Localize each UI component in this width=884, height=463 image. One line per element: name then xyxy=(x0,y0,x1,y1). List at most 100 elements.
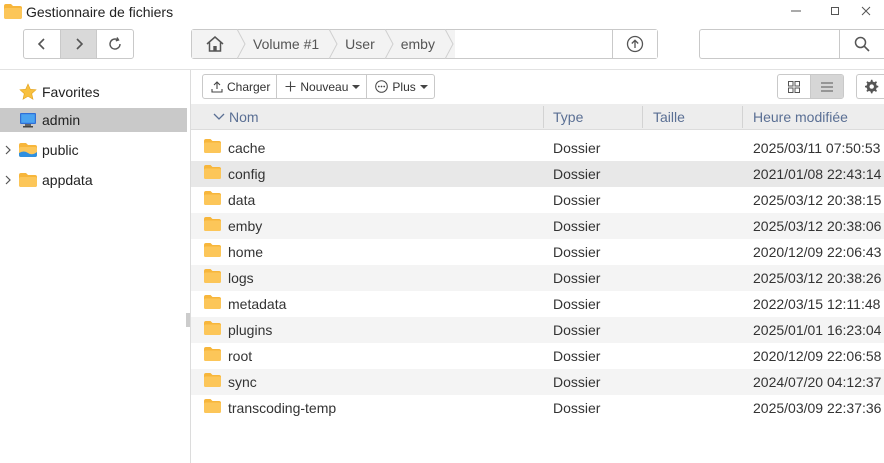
table-row[interactable]: root Dossier 2020/12/09 22:06:58 xyxy=(191,343,884,369)
folder-icon xyxy=(204,295,221,309)
file-modified: 2020/12/09 22:06:43 xyxy=(753,244,882,260)
star-icon xyxy=(19,83,37,101)
folder-icon xyxy=(204,139,221,153)
file-type: Dossier xyxy=(553,296,601,312)
sidebar-item-label: admin xyxy=(42,112,81,128)
table-row[interactable]: emby Dossier 2025/03/12 20:38:06 xyxy=(191,213,884,239)
action-bar: Charger Nouveau Plus xyxy=(202,74,435,99)
column-header-modified[interactable]: Heure modifiée xyxy=(753,104,848,130)
sidebar: Favorites admin public appdata xyxy=(0,70,190,463)
breadcrumb-separator xyxy=(444,29,455,59)
column-separator[interactable] xyxy=(642,106,643,128)
back-button[interactable] xyxy=(24,30,61,58)
path-empty-area[interactable] xyxy=(454,30,612,58)
chevron-left-icon xyxy=(37,38,45,50)
table-row[interactable]: config Dossier 2021/01/08 22:43:14 xyxy=(191,161,884,187)
file-name: home xyxy=(228,244,264,260)
file-name: data xyxy=(228,192,256,208)
gear-icon xyxy=(864,79,878,93)
settings-button[interactable] xyxy=(856,74,884,99)
breadcrumb-user[interactable]: User xyxy=(339,30,385,58)
file-modified: 2025/03/11 07:50:53 xyxy=(753,140,881,156)
grid-view-button[interactable] xyxy=(778,75,810,98)
upload-label: Charger xyxy=(227,79,271,94)
file-modified: 2021/01/08 22:43:14 xyxy=(753,166,882,182)
search-input[interactable] xyxy=(700,30,840,58)
column-separator[interactable] xyxy=(742,106,743,128)
column-header-type[interactable]: Type xyxy=(553,104,583,130)
file-type: Dossier xyxy=(553,140,601,156)
table-row[interactable]: transcoding-temp Dossier 2025/03/09 22:3… xyxy=(191,395,884,421)
table-row[interactable]: cache Dossier 2025/03/11 07:50:53 xyxy=(191,135,884,161)
upload-icon xyxy=(211,80,223,93)
file-type: Dossier xyxy=(553,166,601,182)
new-label: Nouveau xyxy=(300,79,349,94)
more-button[interactable]: Plus xyxy=(367,75,433,98)
file-name: emby xyxy=(228,218,263,234)
grid-icon xyxy=(788,80,800,93)
computer-icon xyxy=(19,111,37,129)
table-header: Nom Type Taille Heure modifiée xyxy=(191,104,884,130)
breadcrumb-emby[interactable]: emby xyxy=(394,30,445,58)
sidebar-item-admin[interactable]: admin xyxy=(0,108,187,132)
folder-icon xyxy=(204,191,221,205)
table-row[interactable]: plugins Dossier 2025/01/01 16:23:04 xyxy=(191,317,884,343)
table-row[interactable]: data Dossier 2025/03/12 20:38:15 xyxy=(191,187,884,213)
folder-icon xyxy=(204,243,221,257)
more-label: Plus xyxy=(392,79,416,94)
folder-icon xyxy=(19,171,37,189)
breadcrumb-separator xyxy=(237,29,247,59)
sidebar-item-public[interactable]: public xyxy=(0,138,187,162)
table-row[interactable]: home Dossier 2020/12/09 22:06:43 xyxy=(191,239,884,265)
breadcrumb-volume[interactable]: Volume #1 xyxy=(247,30,330,58)
close-button[interactable] xyxy=(848,0,884,22)
new-button[interactable]: Nouveau xyxy=(277,75,368,98)
file-modified: 2022/03/15 12:11:48 xyxy=(753,296,881,312)
file-name: config xyxy=(228,166,266,182)
column-name-label: Nom xyxy=(229,109,259,125)
minimize-icon xyxy=(791,10,801,12)
chevron-right-icon[interactable] xyxy=(3,138,13,162)
chevron-right-icon[interactable] xyxy=(3,168,13,192)
file-type: Dossier xyxy=(553,322,601,338)
folder-icon xyxy=(204,321,221,335)
close-icon xyxy=(861,6,871,16)
title-bar: Gestionnaire de fichiers xyxy=(0,0,884,24)
column-size-label: Taille xyxy=(653,109,685,125)
search-button[interactable] xyxy=(840,30,884,58)
path-bar: Volume #1 User emby xyxy=(191,29,658,59)
file-type: Dossier xyxy=(553,270,601,286)
file-modified: 2025/01/01 16:23:04 xyxy=(753,322,882,338)
sidebar-item-label: Favorites xyxy=(42,84,100,100)
sidebar-item-favorites[interactable]: Favorites xyxy=(0,80,187,104)
file-manager-icon xyxy=(4,4,22,19)
parent-folder-button[interactable] xyxy=(612,30,657,58)
window-title: Gestionnaire de fichiers xyxy=(26,4,174,20)
sidebar-item-appdata[interactable]: appdata xyxy=(0,168,187,192)
file-type: Dossier xyxy=(553,192,601,208)
list-view-button[interactable] xyxy=(810,75,843,98)
breadcrumb-separator xyxy=(329,29,339,59)
column-header-size[interactable]: Taille xyxy=(653,104,685,130)
table-row[interactable]: sync Dossier 2024/07/20 04:12:37 xyxy=(191,369,884,395)
shared-folder-icon xyxy=(19,141,37,159)
column-header-name[interactable]: Nom xyxy=(213,104,259,130)
chevron-right-icon xyxy=(75,38,83,50)
column-separator[interactable] xyxy=(543,106,544,128)
upload-button[interactable]: Charger xyxy=(203,75,278,98)
minimize-button[interactable] xyxy=(778,0,814,22)
table-row[interactable]: metadata Dossier 2022/03/15 12:11:48 xyxy=(191,291,884,317)
sidebar-item-label: appdata xyxy=(42,172,93,188)
forward-button[interactable] xyxy=(60,30,98,58)
file-modified: 2020/12/09 22:06:58 xyxy=(753,348,882,364)
plus-icon xyxy=(285,81,296,92)
home-button[interactable] xyxy=(192,30,237,58)
file-type: Dossier xyxy=(553,400,601,416)
refresh-button[interactable] xyxy=(97,30,133,58)
file-modified: 2025/03/12 20:38:15 xyxy=(753,192,882,208)
resize-grip-icon[interactable] xyxy=(186,313,190,327)
file-modified: 2024/07/20 04:12:37 xyxy=(753,374,882,390)
table-row[interactable]: logs Dossier 2025/03/12 20:38:26 xyxy=(191,265,884,291)
folder-icon xyxy=(204,217,221,231)
breadcrumb-separator xyxy=(384,29,395,59)
